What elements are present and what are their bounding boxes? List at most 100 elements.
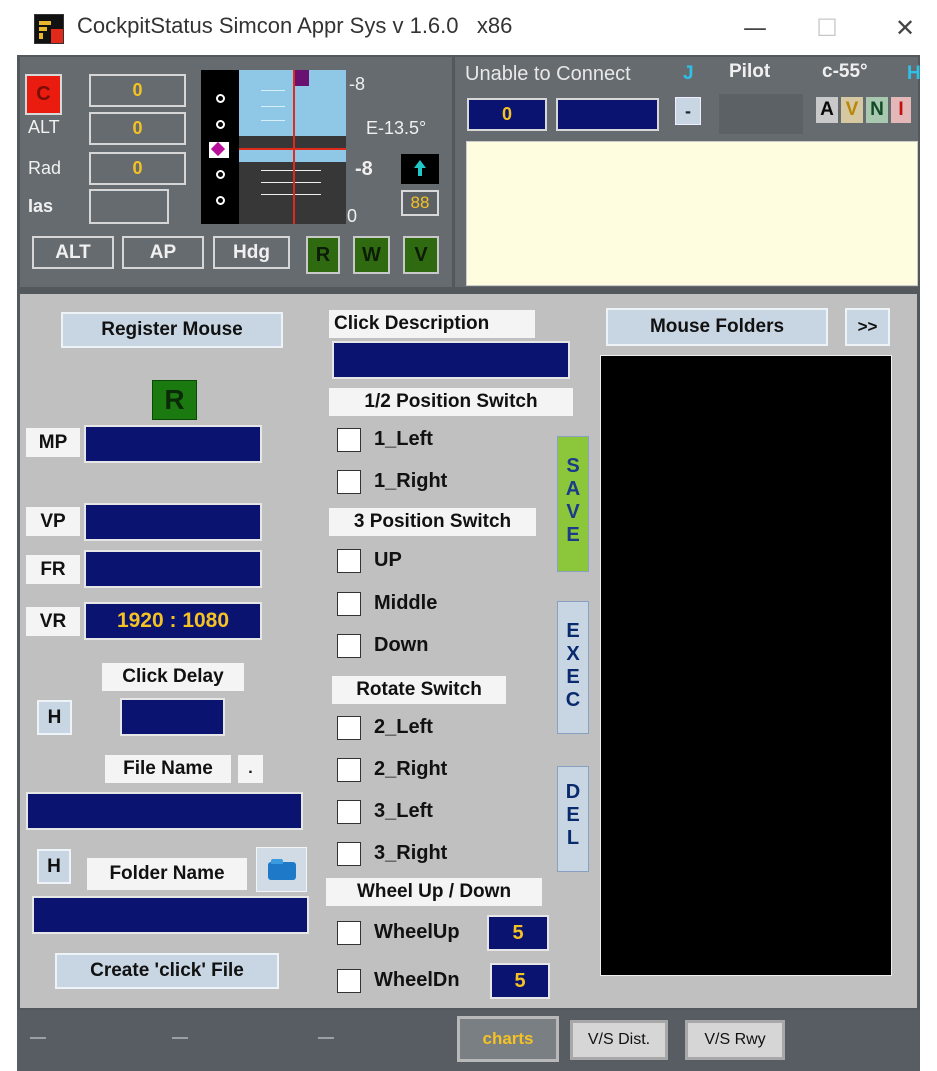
- save-button[interactable]: SAVE: [557, 436, 589, 572]
- charts-button[interactable]: charts: [457, 1016, 559, 1062]
- status-dash-1: [30, 1037, 46, 1039]
- mode-v-button[interactable]: V: [841, 97, 863, 123]
- checkbox-2-left[interactable]: [337, 716, 361, 740]
- folder-name-label: Folder Name: [87, 858, 247, 890]
- mp-field: [84, 425, 262, 463]
- mode-i-button[interactable]: I: [891, 97, 911, 123]
- create-click-file-button[interactable]: Create 'click' File: [55, 953, 279, 989]
- connection-status: Unable to Connect: [465, 63, 631, 85]
- checkbox-3-right[interactable]: [337, 842, 361, 866]
- alt-hold-button[interactable]: ALT: [32, 236, 114, 269]
- close-button[interactable]: ✕: [882, 8, 928, 48]
- h-button-folder[interactable]: H: [37, 849, 71, 884]
- label-down: Down: [374, 634, 429, 656]
- ias-label: Ias: [28, 196, 54, 216]
- register-mouse-button[interactable]: Register Mouse: [61, 312, 283, 348]
- checkbox-wheelup[interactable]: [337, 921, 361, 945]
- folder-name-field[interactable]: [32, 896, 309, 934]
- label-wheeldn: WheelDn: [374, 969, 460, 991]
- label-middle: Middle: [374, 592, 438, 614]
- click-delay-field[interactable]: [120, 698, 225, 736]
- pilot-field: [719, 94, 803, 134]
- label-wheelup: WheelUp: [374, 921, 460, 943]
- window-title: CockpitStatus Simcon Appr Sys v 1.6.0 x8…: [77, 13, 513, 38]
- checkbox-up[interactable]: [337, 549, 361, 573]
- indicator-column: [201, 70, 239, 224]
- c-button[interactable]: C: [25, 74, 62, 115]
- up-arrow-icon: [401, 154, 439, 184]
- folder-icon[interactable]: [256, 847, 307, 892]
- scale-bottom-label: 0: [347, 206, 358, 226]
- exec-button[interactable]: EXEC: [557, 601, 589, 734]
- mouse-folders-button[interactable]: Mouse Folders: [606, 308, 828, 346]
- vr-label: VR: [26, 607, 80, 636]
- expand-button[interactable]: >>: [845, 308, 890, 346]
- fr-field: [84, 550, 262, 588]
- click-delay-label: Click Delay: [102, 663, 244, 691]
- wheelup-value[interactable]: 5: [487, 915, 549, 951]
- dot-button[interactable]: .: [238, 755, 263, 783]
- minimize-button[interactable]: —: [732, 8, 778, 48]
- alt-label: ALT: [28, 117, 60, 137]
- label-2-left: 2_Left: [374, 716, 433, 738]
- checkbox-2-right[interactable]: [337, 758, 361, 782]
- vp-label: VP: [26, 507, 80, 536]
- label-1-left: 1_Left: [374, 428, 433, 450]
- ias-value: [89, 189, 169, 224]
- mouse-folders-list[interactable]: [600, 355, 892, 976]
- checkbox-1-right[interactable]: [337, 470, 361, 494]
- checkbox-wheeldn[interactable]: [337, 969, 361, 993]
- v-button[interactable]: V: [403, 236, 439, 274]
- mp-label: MP: [26, 428, 80, 457]
- j-label: J: [683, 63, 694, 84]
- click-description-label: Click Description: [329, 310, 535, 338]
- alt-value: 0: [89, 112, 186, 145]
- heading-button[interactable]: Hdg: [213, 236, 290, 269]
- autopilot-button[interactable]: AP: [122, 236, 204, 269]
- vp-field: [84, 503, 262, 541]
- click-description-field[interactable]: [332, 341, 570, 379]
- mode-a-button[interactable]: A: [816, 97, 838, 123]
- message-area: [466, 141, 918, 286]
- minus-button[interactable]: -: [675, 97, 701, 125]
- vr-field: 1920 : 1080: [84, 602, 262, 640]
- label-1-right: 1_Right: [374, 470, 448, 492]
- three-position-switch-label: 3 Position Switch: [329, 508, 536, 536]
- w-button[interactable]: W: [353, 236, 390, 274]
- registered-indicator: R: [152, 380, 197, 420]
- file-name-field[interactable]: [26, 792, 303, 830]
- heading-value: c-55°: [822, 61, 868, 82]
- vs-dist-button[interactable]: V/S Dist.: [570, 1020, 668, 1060]
- scale-mid-label: -8: [355, 158, 373, 180]
- label-2-right: 2_Right: [374, 758, 448, 780]
- vs-rwy-button[interactable]: V/S Rwy: [685, 1020, 785, 1060]
- two-position-switch-label: 1/2 Position Switch: [329, 388, 573, 416]
- file-name-label: File Name: [105, 755, 231, 783]
- delete-button[interactable]: DEL: [557, 766, 589, 872]
- checkbox-middle[interactable]: [337, 592, 361, 616]
- h-label: H: [907, 63, 921, 84]
- maximize-button[interactable]: ☐: [804, 8, 850, 48]
- scale-top-label: -8: [349, 74, 366, 94]
- label-3-left: 3_Left: [374, 800, 433, 822]
- wheeldn-value[interactable]: 5: [490, 963, 550, 999]
- c-value: 0: [89, 74, 186, 107]
- r-button[interactable]: R: [306, 236, 340, 274]
- app-icon: [34, 14, 64, 44]
- status-dash-3: [318, 1037, 334, 1039]
- approach-gauge: [239, 70, 346, 224]
- arrow-value: 88: [401, 190, 439, 216]
- checkbox-3-left[interactable]: [337, 800, 361, 824]
- connection-count: 0: [467, 98, 547, 131]
- connection-field: [556, 98, 659, 131]
- rotate-switch-label: Rotate Switch: [332, 676, 506, 704]
- status-dash-2: [172, 1037, 188, 1039]
- checkbox-1-left[interactable]: [337, 428, 361, 452]
- pilot-label: Pilot: [729, 61, 771, 82]
- rad-label: Rad: [28, 158, 62, 178]
- h-button-delay[interactable]: H: [37, 700, 72, 735]
- label-3-right: 3_Right: [374, 842, 448, 864]
- checkbox-down[interactable]: [337, 634, 361, 658]
- label-up: UP: [374, 549, 402, 571]
- mode-n-button[interactable]: N: [866, 97, 888, 123]
